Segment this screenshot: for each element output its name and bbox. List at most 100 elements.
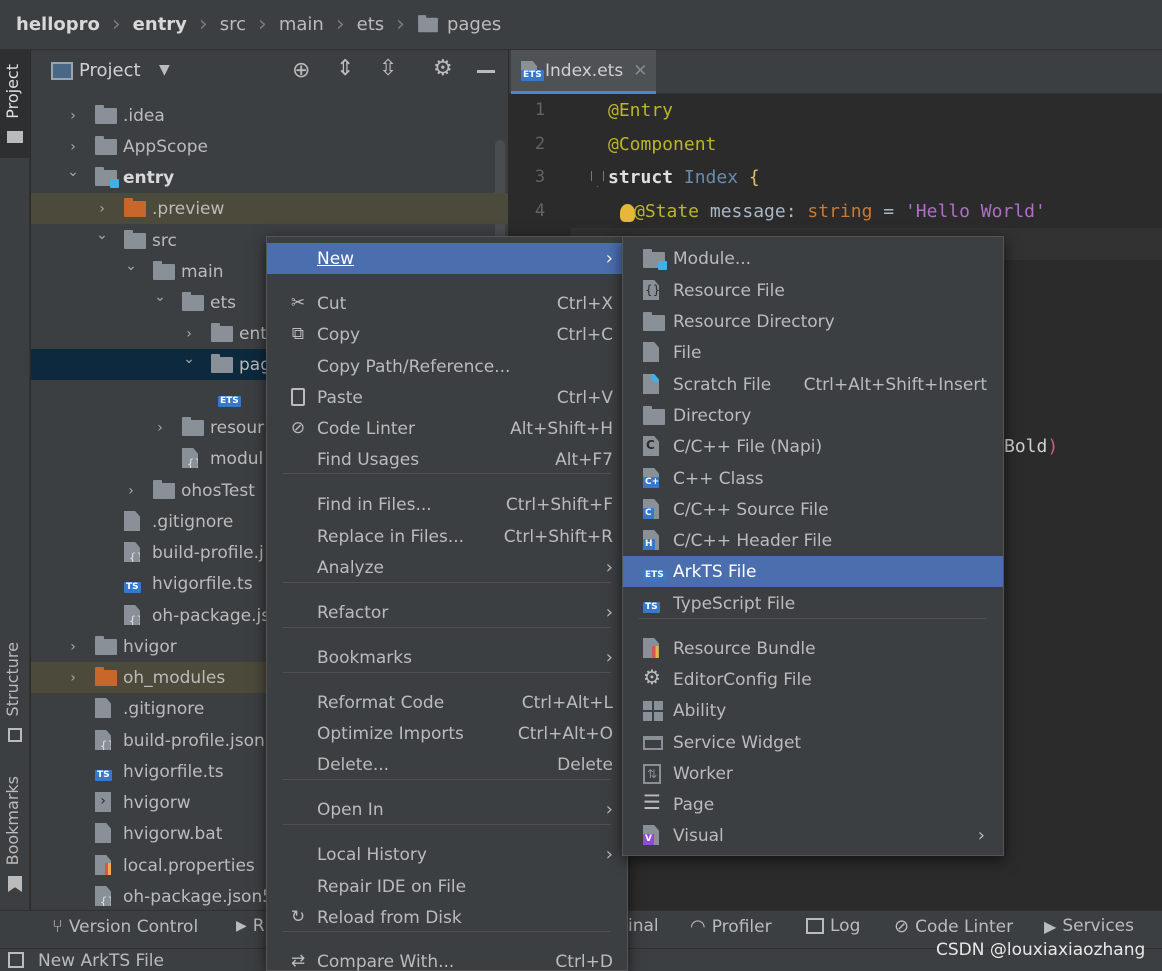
breadcrumb-ets[interactable]: ets	[357, 14, 385, 35]
new-menu-item[interactable]: {} Resource File	[623, 275, 1003, 306]
new-menu-item[interactable]: ETS ArkTS File	[623, 556, 1003, 587]
tree-row[interactable]: › .idea	[31, 100, 508, 131]
new-menu-item[interactable]: C C/C++ File (Napi)	[623, 431, 1003, 462]
tool-tab-run[interactable]: ▶ R	[236, 916, 265, 936]
breadcrumb-entry[interactable]: entry	[133, 14, 187, 35]
tool-tab-bookmarks[interactable]: Bookmarks	[3, 776, 22, 865]
new-menu-item[interactable]: Module...	[623, 243, 1003, 274]
context-menu-item[interactable]: Open In ›	[267, 794, 627, 825]
new-menu-item[interactable]: TS TypeScript File	[623, 588, 1003, 619]
folder-icon	[182, 292, 204, 311]
tool-tab-project[interactable]: Project	[3, 64, 22, 119]
lightbulb-icon[interactable]	[620, 204, 635, 222]
tab-index-ets[interactable]: ETS Index.ets ✕	[511, 50, 656, 94]
new-menu-item[interactable]: ⇅ Worker	[623, 758, 1003, 789]
breadcrumb-main[interactable]: main	[279, 14, 324, 35]
tool-tab-terminal[interactable]: inal	[628, 916, 659, 936]
new-menu-item[interactable]: File	[623, 337, 1003, 368]
tree-row[interactable]: ⌄ entry	[31, 162, 508, 193]
new-menu-item[interactable]: Service Widget	[623, 727, 1003, 758]
tool-tab-structure[interactable]: Structure	[3, 642, 22, 716]
menu-item-label: Module...	[673, 248, 752, 269]
chevron-right-icon[interactable]: ›	[152, 420, 168, 436]
tree-row[interactable]: › .preview	[31, 193, 508, 224]
code-line-3[interactable]: struct Index {	[608, 167, 760, 188]
chevron-right-icon[interactable]: ›	[94, 201, 110, 217]
context-menu-item[interactable]: Delete... Delete	[267, 749, 627, 780]
new-menu-item[interactable]: ☰ Page	[623, 789, 1003, 820]
context-menu-item[interactable]: ✂ Cut Ctrl+X	[267, 288, 627, 319]
code-fragment[interactable]: Bold)	[1004, 436, 1058, 457]
context-menu-item[interactable]: New ›	[267, 243, 627, 274]
chevron-down-icon[interactable]: ⌄	[123, 258, 139, 274]
tool-tab-log[interactable]: Log	[806, 916, 860, 936]
chevron-down-icon[interactable]: ⌄	[65, 164, 81, 180]
context-menu-item[interactable]: ⧉ Copy Ctrl+C	[267, 319, 627, 350]
breadcrumb-hellopro[interactable]: hellopro	[16, 14, 100, 35]
chevron-right-icon[interactable]: ›	[65, 639, 81, 655]
new-menu-item[interactable]: ⚙ EditorConfig File	[623, 664, 1003, 695]
context-menu-item[interactable]: ↻ Reload from Disk	[267, 902, 627, 933]
chevron-right-icon[interactable]: ›	[181, 326, 197, 342]
new-menu-item[interactable]: Ability	[623, 695, 1003, 726]
minimize-icon[interactable]	[477, 70, 495, 73]
chevron-right-icon[interactable]: ›	[65, 139, 81, 155]
tree-row-label: .gitignore	[152, 511, 234, 532]
collapse-all-icon[interactable]: ⇳	[379, 56, 397, 81]
chevron-down-icon[interactable]: ⌄	[94, 227, 110, 243]
context-menu-item[interactable]: Find Usages Alt+F7	[267, 444, 627, 475]
code-line-2[interactable]: @Component	[608, 134, 716, 155]
context-menu-item[interactable]: Optimize Imports Ctrl+Alt+O	[267, 718, 627, 749]
context-menu-item[interactable]: Analyze ›	[267, 552, 627, 583]
gear-icon[interactable]: ⚙	[433, 56, 453, 81]
tree-row[interactable]: › AppScope	[31, 131, 508, 162]
tree-row-label: ohosTest	[181, 480, 255, 501]
menu-item-label: Worker	[673, 763, 733, 784]
tool-tab-version-control[interactable]: ⑂ Version Control	[52, 916, 198, 937]
context-menu-item[interactable]: Copy Path/Reference...	[267, 351, 627, 382]
new-menu-item[interactable]: Scratch File Ctrl+Alt+Shift+Insert	[623, 369, 1003, 400]
breadcrumb-pages[interactable]: pages	[417, 14, 501, 35]
structure-icon	[8, 728, 22, 742]
context-menu-item[interactable]: Paste Ctrl+V	[267, 382, 627, 413]
new-menu-item[interactable]: C C/C++ Source File	[623, 494, 1003, 525]
tool-tab-code-linter[interactable]: ⊘ Code Linter	[894, 916, 1013, 937]
breadcrumb-src[interactable]: src	[220, 14, 246, 35]
dropdown-arrow-icon[interactable]: ▼	[159, 62, 170, 78]
new-menu-item[interactable]: C++ C++ Class	[623, 463, 1003, 494]
new-menu-item[interactable]: Resource Directory	[623, 306, 1003, 337]
code-line-1[interactable]: @Entry	[608, 100, 673, 121]
context-menu-item[interactable]: Replace in Files... Ctrl+Shift+R	[267, 521, 627, 552]
status-panel-icon[interactable]	[8, 952, 24, 968]
folder-icon	[153, 480, 175, 499]
shell-file-icon: ›	[95, 792, 111, 812]
chevron-right-icon[interactable]: ›	[65, 108, 81, 124]
context-menu-item[interactable]: ⊘ Code Linter Alt+Shift+H	[267, 413, 627, 444]
tool-tab-services[interactable]: ▶ Services	[1044, 916, 1134, 936]
chevron-right-icon[interactable]: ›	[65, 670, 81, 686]
new-menu-item[interactable]: H C/C++ Header File	[623, 525, 1003, 556]
chevron-down-icon[interactable]: ⌄	[152, 289, 168, 305]
context-menu-item[interactable]: Refactor ›	[267, 597, 627, 628]
context-menu-item[interactable]: ⇄ Compare With... Ctrl+D	[267, 946, 627, 971]
new-menu-item[interactable]: Directory	[623, 400, 1003, 431]
menu-item-shortcut: Delete	[557, 754, 613, 775]
chevron-down-icon[interactable]: ⌄	[181, 351, 197, 367]
menu-item-shortcut: Ctrl+Alt+O	[517, 723, 613, 744]
context-menu-item[interactable]: Bookmarks ›	[267, 642, 627, 673]
project-view-selector[interactable]: Project	[79, 60, 141, 81]
context-menu-item[interactable]: Reformat Code Ctrl+Alt+L	[267, 687, 627, 718]
code-line-4[interactable]: @State message: string = 'Hello World'	[634, 201, 1046, 222]
context-menu-item[interactable]: Local History ›	[267, 839, 627, 870]
context-menu-item[interactable]: Repair IDE on File	[267, 871, 627, 902]
tool-tab-profiler[interactable]: ◠ Profiler	[690, 916, 772, 937]
new-menu-item[interactable]: V Visual ›	[623, 820, 1003, 851]
context-menu-item[interactable]: Find in Files... Ctrl+Shift+F	[267, 489, 627, 520]
code-linter-icon: ⊘	[894, 916, 910, 937]
project-view-icon	[51, 62, 73, 80]
close-icon[interactable]: ✕	[633, 61, 647, 81]
expand-all-icon[interactable]: ⇕	[336, 56, 354, 81]
new-menu-item[interactable]: Resource Bundle	[623, 633, 1003, 664]
locate-icon[interactable]: ⊕	[292, 58, 310, 83]
chevron-right-icon[interactable]: ›	[123, 483, 139, 499]
